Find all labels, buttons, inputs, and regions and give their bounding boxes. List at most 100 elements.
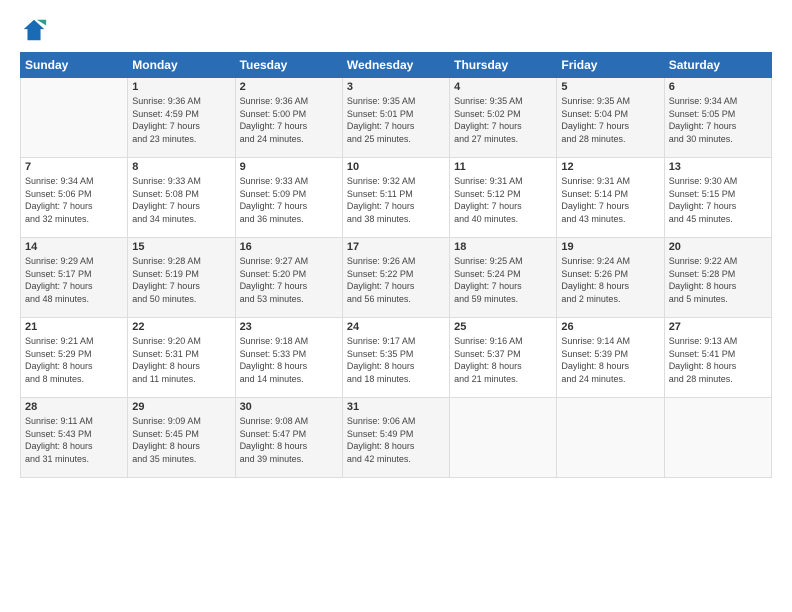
cell-content: Sunrise: 9:09 AM Sunset: 5:45 PM Dayligh… — [132, 415, 230, 465]
cell-content: Sunrise: 9:28 AM Sunset: 5:19 PM Dayligh… — [132, 255, 230, 305]
column-header-wednesday: Wednesday — [342, 53, 449, 78]
week-row-1: 1Sunrise: 9:36 AM Sunset: 4:59 PM Daylig… — [21, 78, 772, 158]
day-number: 10 — [347, 161, 445, 173]
calendar-cell: 11Sunrise: 9:31 AM Sunset: 5:12 PM Dayli… — [450, 158, 557, 238]
calendar-cell — [557, 398, 664, 478]
calendar-cell: 22 Sunrise: 9:20 AM Sunset: 5:31 PM Dayli… — [128, 318, 235, 398]
cell-content: Sunrise: 9:26 AM Sunset: 5:22 PM Dayligh… — [347, 255, 445, 305]
day-number: 4 — [454, 81, 552, 93]
cell-content: Sunrise: 9:21 AM Sunset: 5:29 PM Dayligh… — [25, 335, 123, 385]
cell-content: Sunrise: 9:35 AM Sunset: 5:04 PM Dayligh… — [561, 95, 659, 145]
calendar-cell: 26 Sunrise: 9:14 AM Sunset: 5:39 PM Dayli… — [557, 318, 664, 398]
cell-content: Sunrise: 9:13 AM Sunset: 5:41 PM Dayligh… — [669, 335, 767, 385]
day-number: 30 — [240, 401, 338, 413]
day-number: 14 — [25, 241, 123, 253]
column-header-sunday: Sunday — [21, 53, 128, 78]
column-header-saturday: Saturday — [664, 53, 771, 78]
cell-content: Sunrise: 9:18 AM Sunset: 5:33 PM Dayligh… — [240, 335, 338, 385]
day-number: 9 — [240, 161, 338, 173]
cell-content: Sunrise: 9:08 AM Sunset: 5:47 PM Dayligh… — [240, 415, 338, 465]
day-number: 31 — [347, 401, 445, 413]
cell-content: Sunrise: 9:14 AM Sunset: 5:39 PM Dayligh… — [561, 335, 659, 385]
cell-content: Sunrise: 9:36 AM Sunset: 5:00 PM Dayligh… — [240, 95, 338, 145]
calendar-page: SundayMondayTuesdayWednesdayThursdayFrid… — [0, 0, 792, 612]
day-number: 6 — [669, 81, 767, 93]
calendar-cell: 2 Sunrise: 9:36 AM Sunset: 5:00 PM Daylig… — [235, 78, 342, 158]
calendar-cell: 6Sunrise: 9:34 AM Sunset: 5:05 PM Daylig… — [664, 78, 771, 158]
cell-content: Sunrise: 9:25 AM Sunset: 5:24 PM Dayligh… — [454, 255, 552, 305]
day-number: 11 — [454, 161, 552, 173]
cell-content: Sunrise: 9:20 AM Sunset: 5:31 PM Dayligh… — [132, 335, 230, 385]
calendar-cell: 29 Sunrise: 9:09 AM Sunset: 5:45 PM Dayli… — [128, 398, 235, 478]
day-number: 15 — [132, 241, 230, 253]
day-number: 23 — [240, 321, 338, 333]
day-number: 16 — [240, 241, 338, 253]
calendar-cell — [450, 398, 557, 478]
day-number: 26 — [561, 321, 659, 333]
calendar-cell: 20 Sunrise: 9:22 AM Sunset: 5:28 PM Dayli… — [664, 238, 771, 318]
calendar-cell: 24 Sunrise: 9:17 AM Sunset: 5:35 PM Dayli… — [342, 318, 449, 398]
calendar-cell: 4Sunrise: 9:35 AM Sunset: 5:02 PM Daylig… — [450, 78, 557, 158]
calendar-cell: 5Sunrise: 9:35 AM Sunset: 5:04 PM Daylig… — [557, 78, 664, 158]
calendar-cell: 15 Sunrise: 9:28 AM Sunset: 5:19 PM Dayli… — [128, 238, 235, 318]
calendar-cell: 9 Sunrise: 9:33 AM Sunset: 5:09 PM Daylig… — [235, 158, 342, 238]
calendar-cell: 16 Sunrise: 9:27 AM Sunset: 5:20 PM Dayli… — [235, 238, 342, 318]
cell-content: Sunrise: 9:36 AM Sunset: 4:59 PM Dayligh… — [132, 95, 230, 145]
day-number: 7 — [25, 161, 123, 173]
logo — [20, 16, 52, 44]
calendar-cell: 28 Sunrise: 9:11 AM Sunset: 5:43 PM Dayli… — [21, 398, 128, 478]
calendar-cell: 18 Sunrise: 9:25 AM Sunset: 5:24 PM Dayli… — [450, 238, 557, 318]
column-header-tuesday: Tuesday — [235, 53, 342, 78]
cell-content: Sunrise: 9:16 AM Sunset: 5:37 PM Dayligh… — [454, 335, 552, 385]
cell-content: Sunrise: 9:17 AM Sunset: 5:35 PM Dayligh… — [347, 335, 445, 385]
calendar-cell: 17 Sunrise: 9:26 AM Sunset: 5:22 PM Dayli… — [342, 238, 449, 318]
day-number: 25 — [454, 321, 552, 333]
day-number: 12 — [561, 161, 659, 173]
calendar-cell — [664, 398, 771, 478]
cell-content: Sunrise: 9:11 AM Sunset: 5:43 PM Dayligh… — [25, 415, 123, 465]
day-number: 18 — [454, 241, 552, 253]
header-row: SundayMondayTuesdayWednesdayThursdayFrid… — [21, 53, 772, 78]
calendar-cell: 13Sunrise: 9:30 AM Sunset: 5:15 PM Dayli… — [664, 158, 771, 238]
logo-icon — [20, 16, 48, 44]
week-row-5: 28 Sunrise: 9:11 AM Sunset: 5:43 PM Dayli… — [21, 398, 772, 478]
cell-content: Sunrise: 9:24 AM Sunset: 5:26 PM Dayligh… — [561, 255, 659, 305]
day-number: 29 — [132, 401, 230, 413]
calendar-cell: 14 Sunrise: 9:29 AM Sunset: 5:17 PM Dayli… — [21, 238, 128, 318]
calendar-cell: 10Sunrise: 9:32 AM Sunset: 5:11 PM Dayli… — [342, 158, 449, 238]
day-number: 27 — [669, 321, 767, 333]
calendar-cell: 30 Sunrise: 9:08 AM Sunset: 5:47 PM Dayli… — [235, 398, 342, 478]
header — [20, 16, 772, 44]
cell-content: Sunrise: 9:33 AM Sunset: 5:08 PM Dayligh… — [132, 175, 230, 225]
day-number: 8 — [132, 161, 230, 173]
day-number: 24 — [347, 321, 445, 333]
calendar-cell: 25 Sunrise: 9:16 AM Sunset: 5:37 PM Dayli… — [450, 318, 557, 398]
column-header-monday: Monday — [128, 53, 235, 78]
day-number: 22 — [132, 321, 230, 333]
calendar-cell: 12Sunrise: 9:31 AM Sunset: 5:14 PM Dayli… — [557, 158, 664, 238]
day-number: 20 — [669, 241, 767, 253]
cell-content: Sunrise: 9:22 AM Sunset: 5:28 PM Dayligh… — [669, 255, 767, 305]
calendar-cell: 8 Sunrise: 9:33 AM Sunset: 5:08 PM Daylig… — [128, 158, 235, 238]
day-number: 19 — [561, 241, 659, 253]
calendar-cell: 1Sunrise: 9:36 AM Sunset: 4:59 PM Daylig… — [128, 78, 235, 158]
cell-content: Sunrise: 9:29 AM Sunset: 5:17 PM Dayligh… — [25, 255, 123, 305]
day-number: 13 — [669, 161, 767, 173]
day-number: 3 — [347, 81, 445, 93]
week-row-2: 7 Sunrise: 9:34 AM Sunset: 5:06 PM Daylig… — [21, 158, 772, 238]
cell-content: Sunrise: 9:35 AM Sunset: 5:01 PM Dayligh… — [347, 95, 445, 145]
cell-content: Sunrise: 9:27 AM Sunset: 5:20 PM Dayligh… — [240, 255, 338, 305]
calendar-cell: 31 Sunrise: 9:06 AM Sunset: 5:49 PM Dayli… — [342, 398, 449, 478]
column-header-friday: Friday — [557, 53, 664, 78]
day-number: 28 — [25, 401, 123, 413]
cell-content: Sunrise: 9:33 AM Sunset: 5:09 PM Dayligh… — [240, 175, 338, 225]
calendar-cell: 23 Sunrise: 9:18 AM Sunset: 5:33 PM Dayli… — [235, 318, 342, 398]
day-number: 2 — [240, 81, 338, 93]
calendar-cell: 19 Sunrise: 9:24 AM Sunset: 5:26 PM Dayli… — [557, 238, 664, 318]
day-number: 17 — [347, 241, 445, 253]
calendar-cell: 3 Sunrise: 9:35 AM Sunset: 5:01 PM Daylig… — [342, 78, 449, 158]
cell-content: Sunrise: 9:06 AM Sunset: 5:49 PM Dayligh… — [347, 415, 445, 465]
calendar-cell: 7 Sunrise: 9:34 AM Sunset: 5:06 PM Daylig… — [21, 158, 128, 238]
cell-content: Sunrise: 9:34 AM Sunset: 5:06 PM Dayligh… — [25, 175, 123, 225]
calendar-cell: 21Sunrise: 9:21 AM Sunset: 5:29 PM Dayli… — [21, 318, 128, 398]
